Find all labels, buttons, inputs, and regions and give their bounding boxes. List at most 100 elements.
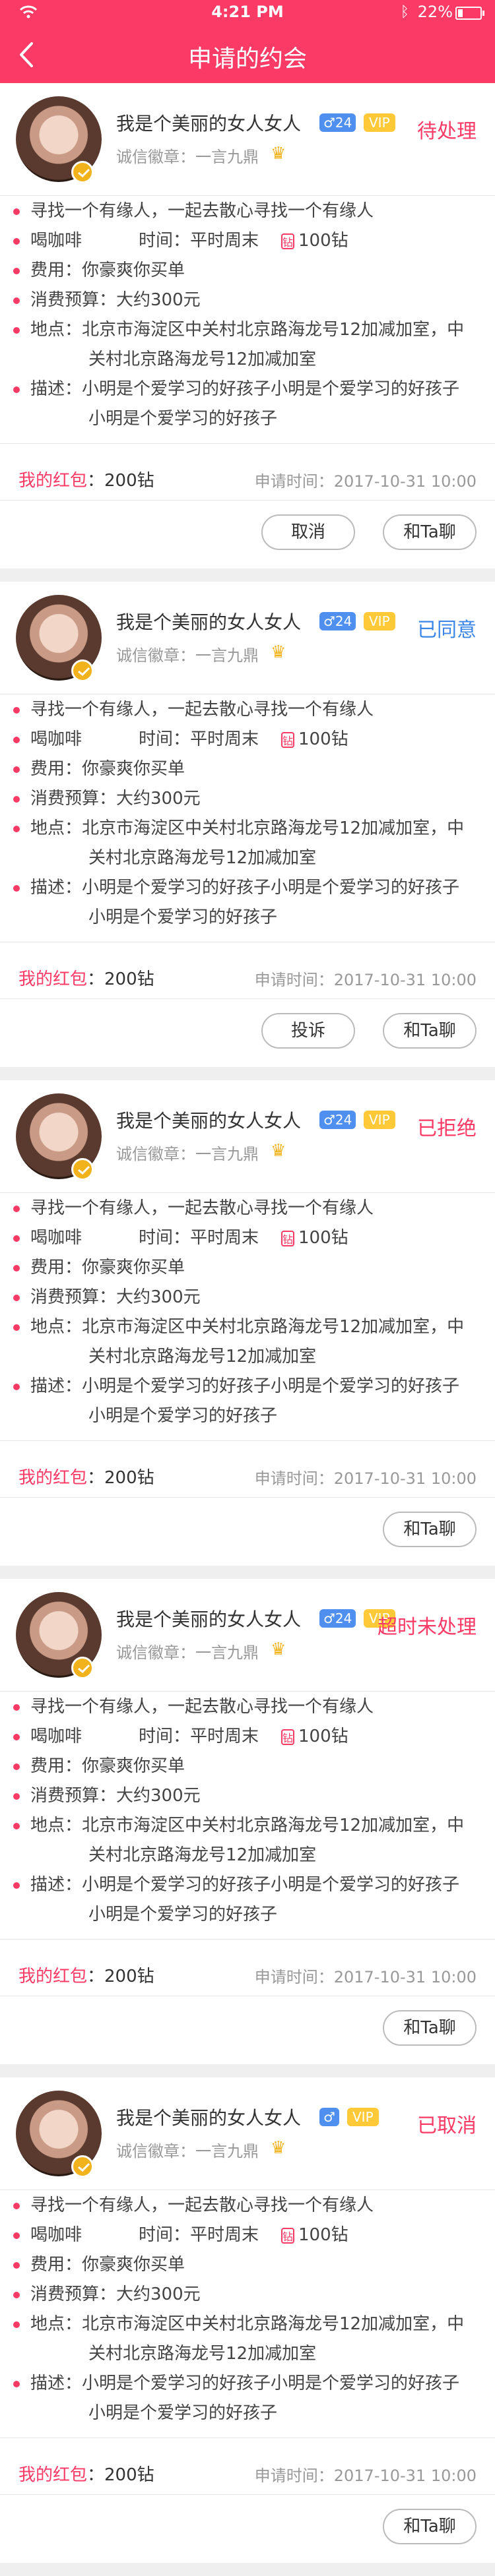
diamond-icon: 钻 <box>281 1230 294 1246</box>
budget-text: 消费预算：大约300元 <box>30 789 201 809</box>
place-label: 地点： <box>30 2314 82 2334</box>
appointment-card: 我是个美丽的女人女人 ♂24 VIP 已拒绝 诚信徽章：一言九鼎 ♛ 寻找一个有缘人，一起去… <box>0 1080 495 1579</box>
place-label: 地点： <box>30 320 82 340</box>
status-badge: 已拒绝 <box>417 1117 477 1140</box>
divider <box>0 1440 495 1441</box>
divider <box>0 500 495 501</box>
place-text-cont: 关村北京路海龙号12加减加室 <box>88 1845 317 1865</box>
diamond-amount: 100钻 <box>298 729 348 749</box>
status-badge: 待处理 <box>417 120 477 143</box>
bullet-icon <box>13 2262 20 2269</box>
user-name: 我是个美丽的女人女人 <box>116 1110 302 1132</box>
bullet-icon <box>13 737 20 743</box>
bullet-icon <box>13 2232 20 2239</box>
bullet-icon <box>13 1704 20 1711</box>
user-name: 我是个美丽的女人女人 <box>116 611 302 633</box>
status-badge: 已同意 <box>417 619 477 642</box>
divider <box>0 1192 495 1193</box>
diamond-amount: 100钻 <box>298 231 348 251</box>
desc-label: 描述： <box>30 878 82 898</box>
place-text-cont: 关村北京路海龙号12加减加室 <box>88 2344 317 2364</box>
bullet-icon <box>13 327 20 334</box>
bullet-icon <box>13 268 20 274</box>
user-name: 我是个美丽的女人女人 <box>116 1609 302 1630</box>
desc-label: 描述： <box>30 379 82 399</box>
page-title: 申请的约会 <box>187 46 307 73</box>
bluetooth-icon: ᛒ <box>400 4 409 20</box>
desc-label: 描述： <box>30 2374 82 2393</box>
bullet-icon <box>13 2292 20 2298</box>
battery-percent: 22% <box>417 3 453 21</box>
apply-time: 申请时间：2017-10-31 10:00 <box>254 472 477 491</box>
bullet-icon <box>13 2381 20 2387</box>
budget-text: 消费预算：大约300元 <box>30 1786 201 1806</box>
bullet-icon <box>13 386 20 393</box>
crown-icon: ♛ <box>271 1640 286 1659</box>
place-text: 北京市海淀区中关村北京路海龙号12加减加室，中 <box>82 1816 465 1835</box>
appointment-card: 我是个美丽的女人女人 ♂24 VIP 已同意 诚信徽章：一言九鼎 ♛ 寻找一个有缘人，一起去… <box>0 582 495 1080</box>
intro-text: 寻找一个有缘人，一起去散心寻找一个有缘人 <box>30 201 374 221</box>
gender-age-badge: ♂24 <box>319 113 356 132</box>
gender-age-badge: ♂24 <box>319 612 356 630</box>
place-label: 地点： <box>30 1816 82 1835</box>
desc-text-cont: 小明是个爱学习的好孩子 <box>88 1905 278 1924</box>
vip-badge: VIP <box>364 113 395 132</box>
divider <box>0 195 495 196</box>
crown-icon: ♛ <box>271 144 286 164</box>
bullet-icon <box>13 1295 20 1301</box>
diamond-icon: 钻 <box>281 1729 294 1745</box>
place-text: 北京市海淀区中关村北京路海龙号12加减加室，中 <box>82 2314 465 2334</box>
bullet-icon <box>13 238 20 245</box>
gender-age-badge: ♂ <box>319 2108 339 2126</box>
bullet-icon <box>13 1882 20 1889</box>
appointment-details: 寻找一个有缘人，一起去散心寻找一个有缘人 喝咖啡 时间：平时周末 钻 100钻 费用：你豪… <box>0 695 495 933</box>
red-packet-label: 我的红包 <box>18 1967 88 1986</box>
budget-text: 消费预算：大约300元 <box>30 2285 201 2304</box>
chat-button[interactable]: 和Ta聊 <box>383 514 477 550</box>
time-text: 时间：平时周末 <box>139 2225 259 2245</box>
red-packet-label: 我的红包 <box>18 1468 88 1488</box>
activity-text: 喝咖啡 <box>30 729 82 749</box>
vip-badge: VIP <box>364 612 395 630</box>
red-packet: 我的红包：200钻 <box>18 1963 154 1987</box>
appointment-details: 寻找一个有缘人，一起去散心寻找一个有缘人 喝咖啡 时间：平时周末 钻 100钻 费用：你豪… <box>0 197 495 434</box>
time-text: 时间：平时周末 <box>139 1727 259 1746</box>
diamond-amount: 100钻 <box>298 1727 348 1746</box>
divider <box>0 998 495 999</box>
bullet-icon <box>13 1823 20 1829</box>
bullet-icon <box>13 2203 20 2209</box>
cost-text: 费用：你豪爽你买单 <box>30 261 185 280</box>
desc-label: 描述： <box>30 1376 82 1396</box>
red-packet: 我的红包：200钻 <box>18 467 154 491</box>
battery-icon <box>455 7 484 20</box>
chat-button[interactable]: 和Ta聊 <box>383 2010 477 2046</box>
intro-text: 寻找一个有缘人，一起去散心寻找一个有缘人 <box>30 2195 374 2215</box>
chat-button[interactable]: 和Ta聊 <box>383 2509 477 2544</box>
chat-button[interactable]: 和Ta聊 <box>383 1013 477 1049</box>
credit-badge-text: 诚信徽章：一言九鼎 <box>116 646 259 665</box>
activity-text: 喝咖啡 <box>30 2225 82 2245</box>
bullet-icon <box>13 1793 20 1800</box>
red-packet-value: ：200钻 <box>87 471 154 491</box>
desc-text-cont: 小明是个爱学习的好孩子 <box>88 409 278 429</box>
bullet-icon <box>13 796 20 803</box>
cancel-button[interactable]: 取消 <box>261 514 355 550</box>
verified-badge-icon <box>71 161 94 183</box>
status-badge: 已取消 <box>417 2114 477 2137</box>
cost-text: 费用：你豪爽你买单 <box>30 1258 185 1277</box>
chat-button[interactable]: 和Ta聊 <box>383 1512 477 1547</box>
crown-icon: ♛ <box>271 1141 286 1161</box>
credit-badge-text: 诚信徽章：一言九鼎 <box>116 1145 259 1163</box>
gender-age-badge: ♂24 <box>319 1609 356 1628</box>
cost-text: 费用：你豪爽你买单 <box>30 1756 185 1776</box>
place-text-cont: 关村北京路海龙号12加减加室 <box>88 1347 317 1366</box>
complain-button[interactable]: 投诉 <box>261 1013 355 1049</box>
bullet-icon <box>13 826 20 832</box>
diamond-amount: 100钻 <box>298 2225 348 2245</box>
red-packet-value: ：200钻 <box>87 1468 154 1488</box>
activity-text: 喝咖啡 <box>30 231 82 251</box>
time-text: 时间：平时周末 <box>139 231 259 251</box>
red-packet: 我的红包：200钻 <box>18 966 154 990</box>
bullet-icon <box>13 707 20 714</box>
red-packet-label: 我的红包 <box>18 471 88 491</box>
